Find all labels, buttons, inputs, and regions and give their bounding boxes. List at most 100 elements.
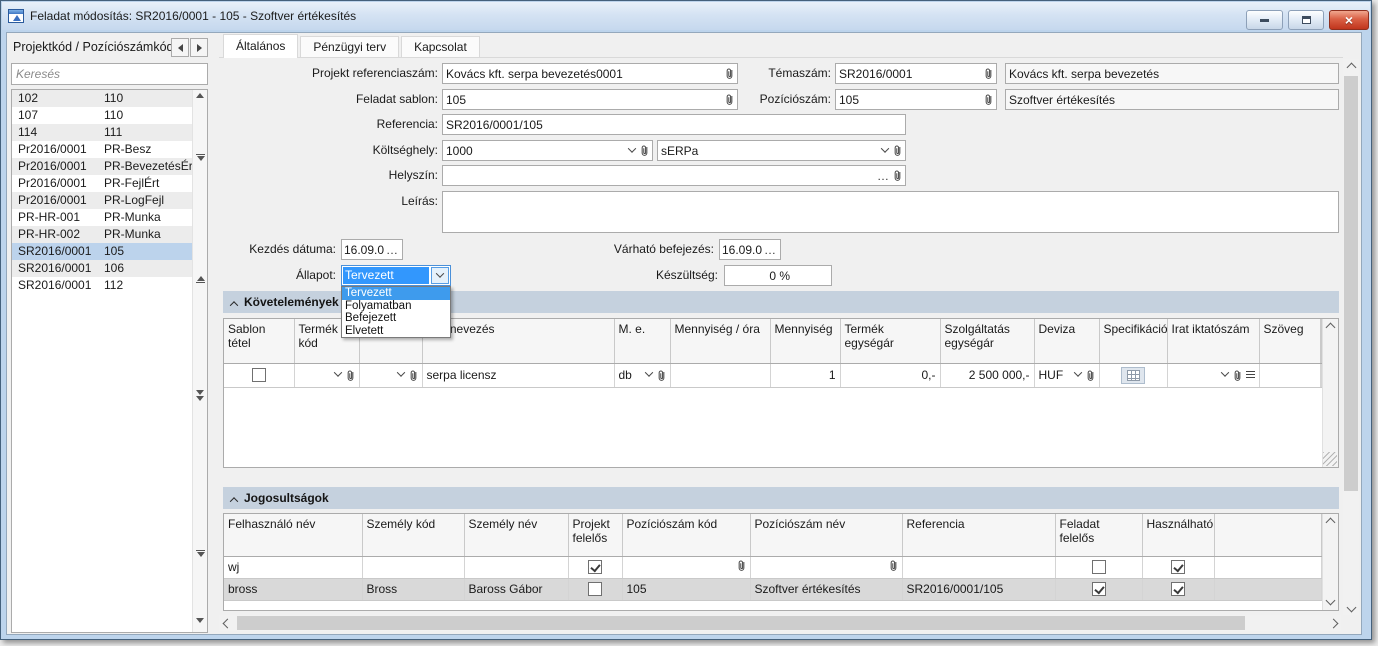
temaszam-name-field[interactable]: Kovács kft. serpa bevezetés [1005, 63, 1339, 84]
project-position-list[interactable]: 102110107110114111Pr2016/0001PR-BeszPr20… [11, 89, 208, 633]
perm-column-pozicioszam-kod[interactable]: Pozíciószám kód [622, 514, 750, 556]
allapot-combo[interactable]: Tervezett [341, 265, 451, 286]
vertical-scroll-thumb[interactable] [1344, 76, 1358, 491]
koltseghely-name-combo[interactable]: sERPa [657, 140, 906, 161]
perm-column-szemely-kod[interactable]: Személy kód [362, 514, 464, 556]
cell-szoveg[interactable] [1259, 363, 1320, 387]
cell-szolgaltatas-egysegar[interactable]: 2 500 000,- [940, 363, 1034, 387]
chevron-down-icon[interactable] [628, 144, 636, 152]
usable-checkbox[interactable] [1171, 560, 1185, 574]
referencia-field[interactable]: SR2016/0001/105 [442, 114, 906, 135]
req-column-szolgaltatas-egysegar[interactable]: Szolgáltatás egységár [940, 319, 1034, 363]
list-item[interactable]: SR2016/0001112 [12, 277, 192, 294]
kezdes-date-field[interactable]: 16.09.01. … [341, 239, 403, 260]
paperclip-icon[interactable] [640, 144, 649, 157]
scroll-up-icon[interactable] [196, 276, 205, 283]
scroll-up-icon[interactable] [1326, 323, 1336, 333]
dropdown-option-elvetett[interactable]: Elvetett [342, 325, 450, 338]
temaszam-field[interactable]: SR2016/0001 [835, 63, 997, 84]
list-item[interactable]: 107110 [12, 107, 192, 124]
paperclip-icon[interactable] [1086, 369, 1095, 382]
paperclip-icon[interactable] [657, 369, 666, 382]
document-lines-icon[interactable] [1246, 371, 1255, 379]
req-column-termek-egysegar[interactable]: Termék egységár [840, 319, 940, 363]
list-item[interactable]: Pr2016/0001PR-LogFejl [12, 192, 192, 209]
tab-penzugyi-terv[interactable]: Pénzügyi terv [300, 36, 399, 58]
ellipsis-picker-icon[interactable]: … [877, 171, 889, 181]
list-item[interactable]: 114111 [12, 124, 192, 141]
project-resp-checkbox[interactable] [588, 582, 602, 596]
collapse-left-button[interactable] [171, 38, 189, 57]
paperclip-icon[interactable] [346, 369, 355, 382]
permissions-section-header[interactable]: Jogosultságok [223, 487, 1339, 509]
list-item[interactable]: Pr2016/0001PR-BevezetésÉrt [12, 158, 192, 175]
list-item[interactable]: SR2016/0001106 [12, 260, 192, 277]
varhato-date-field[interactable]: 16.09.02. … [719, 239, 781, 260]
poziciszam-field[interactable]: 105 [835, 89, 997, 110]
cell-usable[interactable] [1142, 578, 1214, 600]
cell-person-name[interactable] [464, 556, 568, 578]
cell-usable[interactable] [1142, 556, 1214, 578]
poziciszam-name-field[interactable]: Szoftver értékesítés [1005, 89, 1339, 110]
cell-project-resp[interactable] [568, 556, 622, 578]
cell-person-code[interactable]: Bross [362, 578, 464, 600]
list-item[interactable]: PR-HR-001PR-Munka [12, 209, 192, 226]
cell-user[interactable]: bross [224, 578, 362, 600]
resize-grip-icon[interactable] [1323, 452, 1337, 466]
chevron-down-icon[interactable] [1220, 368, 1228, 376]
cell-person-name[interactable]: Baross Gábor [464, 578, 568, 600]
list-item[interactable]: 102110 [12, 90, 192, 107]
requirements-scrollbar[interactable] [1322, 319, 1338, 467]
req-column-m-e[interactable]: M. e. [614, 319, 670, 363]
task-resp-checkbox[interactable] [1092, 560, 1106, 574]
paperclip-icon[interactable] [889, 559, 898, 572]
cell-megnevezes[interactable]: serpa licensz [422, 363, 614, 387]
paperclip-icon[interactable] [409, 369, 418, 382]
list-item[interactable]: PR-HR-002PR-Munka [12, 226, 192, 243]
paperclip-icon[interactable] [893, 144, 902, 157]
usable-checkbox[interactable] [1171, 582, 1185, 596]
chevron-down-icon[interactable] [881, 144, 889, 152]
req-column-irat-iktatoszam[interactable]: Irat iktatószám [1167, 319, 1259, 363]
paperclip-icon[interactable] [893, 169, 902, 182]
cell-pos-name[interactable] [750, 556, 902, 578]
main-vertical-scrollbar[interactable] [1343, 59, 1359, 615]
perm-column-projekt-felelos[interactable]: Projekt felelős [568, 514, 622, 556]
minimize-button[interactable] [1246, 10, 1283, 30]
tab-kapcsolat[interactable]: Kapcsolat [401, 36, 480, 58]
cell-task-resp[interactable] [1055, 556, 1142, 578]
close-button[interactable]: × [1329, 10, 1369, 30]
scroll-page-up-icon[interactable] [196, 154, 205, 161]
leiras-textarea[interactable] [442, 191, 1339, 233]
sablon-tetel-checkbox[interactable] [252, 368, 266, 382]
permissions-scrollbar[interactable] [1322, 514, 1338, 610]
feladat-sablon-field[interactable]: 105 [442, 89, 738, 110]
paperclip-icon[interactable] [725, 93, 734, 106]
chevron-down-icon[interactable] [644, 368, 652, 376]
list-item[interactable]: Pr2016/0001PR-Besz [12, 141, 192, 158]
list-scrollbar[interactable] [192, 90, 207, 632]
scroll-left-button[interactable] [219, 615, 235, 631]
paperclip-icon[interactable] [737, 559, 746, 572]
task-resp-checkbox[interactable] [1092, 582, 1106, 596]
helyszin-field[interactable]: … [442, 165, 906, 186]
scroll-bottom-icon[interactable] [196, 618, 204, 623]
paperclip-icon[interactable] [984, 67, 993, 80]
maximize-button[interactable] [1288, 10, 1324, 30]
keszultseg-field[interactable]: 0 % [724, 265, 832, 286]
chevron-down-icon[interactable] [1073, 368, 1081, 376]
scroll-top-icon[interactable] [196, 93, 204, 98]
cell-person-code[interactable] [362, 556, 464, 578]
scroll-fast-down-icon[interactable] [196, 390, 204, 401]
req-column-mennyiseg[interactable]: Mennyiség [770, 319, 840, 363]
chevron-down-icon[interactable] [396, 368, 404, 376]
perm-column-felhasznalo-nev[interactable]: Felhasználó név [224, 514, 362, 556]
scroll-down-icon[interactable] [1326, 596, 1336, 606]
combo-dropdown-button[interactable] [431, 267, 449, 284]
scroll-right-button[interactable] [1325, 615, 1341, 631]
cell-user[interactable]: wj [224, 556, 362, 578]
paperclip-icon[interactable] [725, 67, 734, 80]
perm-column-pozicioszam-nev[interactable]: Pozíciószám név [750, 514, 902, 556]
titlebar[interactable]: Feladat módosítás: SR2016/0001 - 105 - S… [2, 2, 1370, 30]
cell-termek-egysegar[interactable]: 0,- [840, 363, 940, 387]
